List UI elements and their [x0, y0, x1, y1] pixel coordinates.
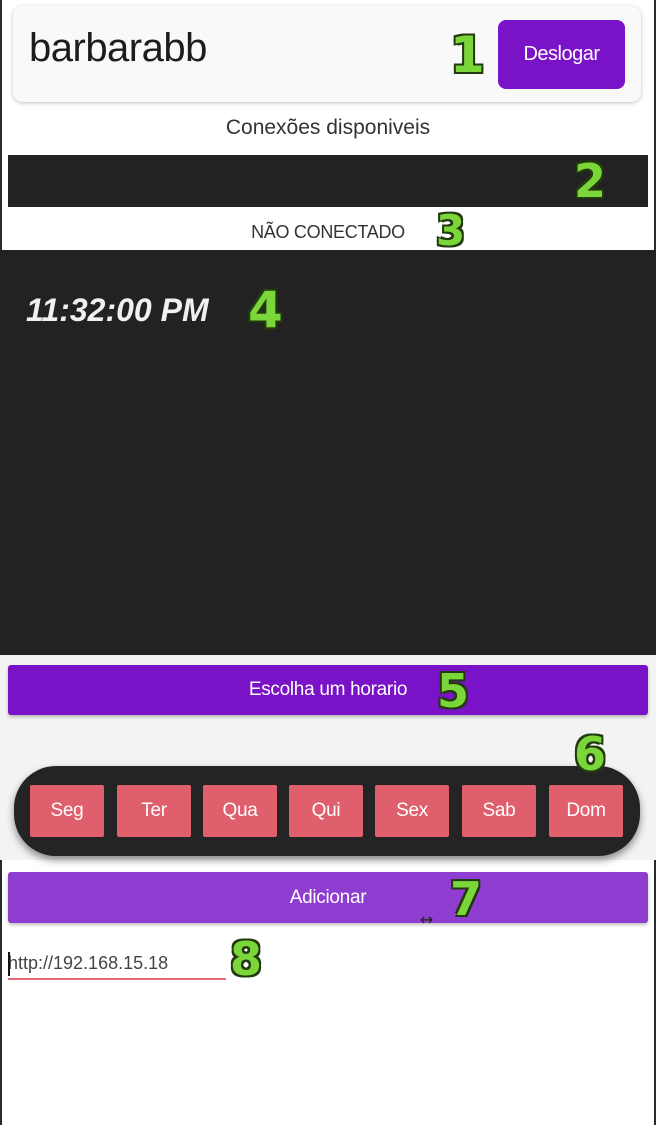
choose-time-button[interactable]: Escolha um horario: [8, 665, 648, 715]
clock-time: 11:32:00 PM: [26, 292, 209, 328]
connection-status: NÃO CONECTADO: [251, 222, 405, 242]
server-url-input[interactable]: [8, 950, 226, 976]
annotation-3: 3: [436, 206, 466, 255]
connections-title: Conexões disponiveis: [225, 116, 431, 139]
annotation-2: 2: [574, 154, 607, 208]
resize-cursor-icon: ↔: [420, 910, 434, 929]
day-button-dom[interactable]: Dom: [549, 785, 623, 837]
annotation-1: 1: [450, 26, 485, 84]
server-url-field[interactable]: [8, 950, 226, 980]
username-label: barbarabb: [29, 26, 207, 70]
annotation-7: 7: [450, 872, 483, 926]
day-button-ter[interactable]: Ter: [117, 785, 191, 837]
annotation-8: 8: [230, 932, 263, 986]
add-schedule-button[interactable]: Adicionar: [8, 872, 648, 923]
day-button-sex[interactable]: Sex: [375, 785, 449, 837]
day-button-seg[interactable]: Seg: [30, 785, 104, 837]
day-button-qui[interactable]: Qui: [289, 785, 363, 837]
weekday-selector: Seg Ter Qua Qui Sex Sab Dom: [14, 766, 640, 856]
connections-list[interactable]: [8, 155, 648, 207]
annotation-5: 5: [437, 664, 470, 718]
user-header-card: barbarabb Deslogar: [13, 6, 641, 102]
annotation-6: 6: [574, 727, 607, 781]
logout-button[interactable]: Deslogar: [498, 20, 625, 89]
day-button-sab[interactable]: Sab: [462, 785, 536, 837]
clock-panel: 11:32:00 PM: [0, 250, 656, 655]
day-button-qua[interactable]: Qua: [203, 785, 277, 837]
text-cursor: [8, 952, 10, 976]
annotation-4: 4: [248, 281, 283, 339]
